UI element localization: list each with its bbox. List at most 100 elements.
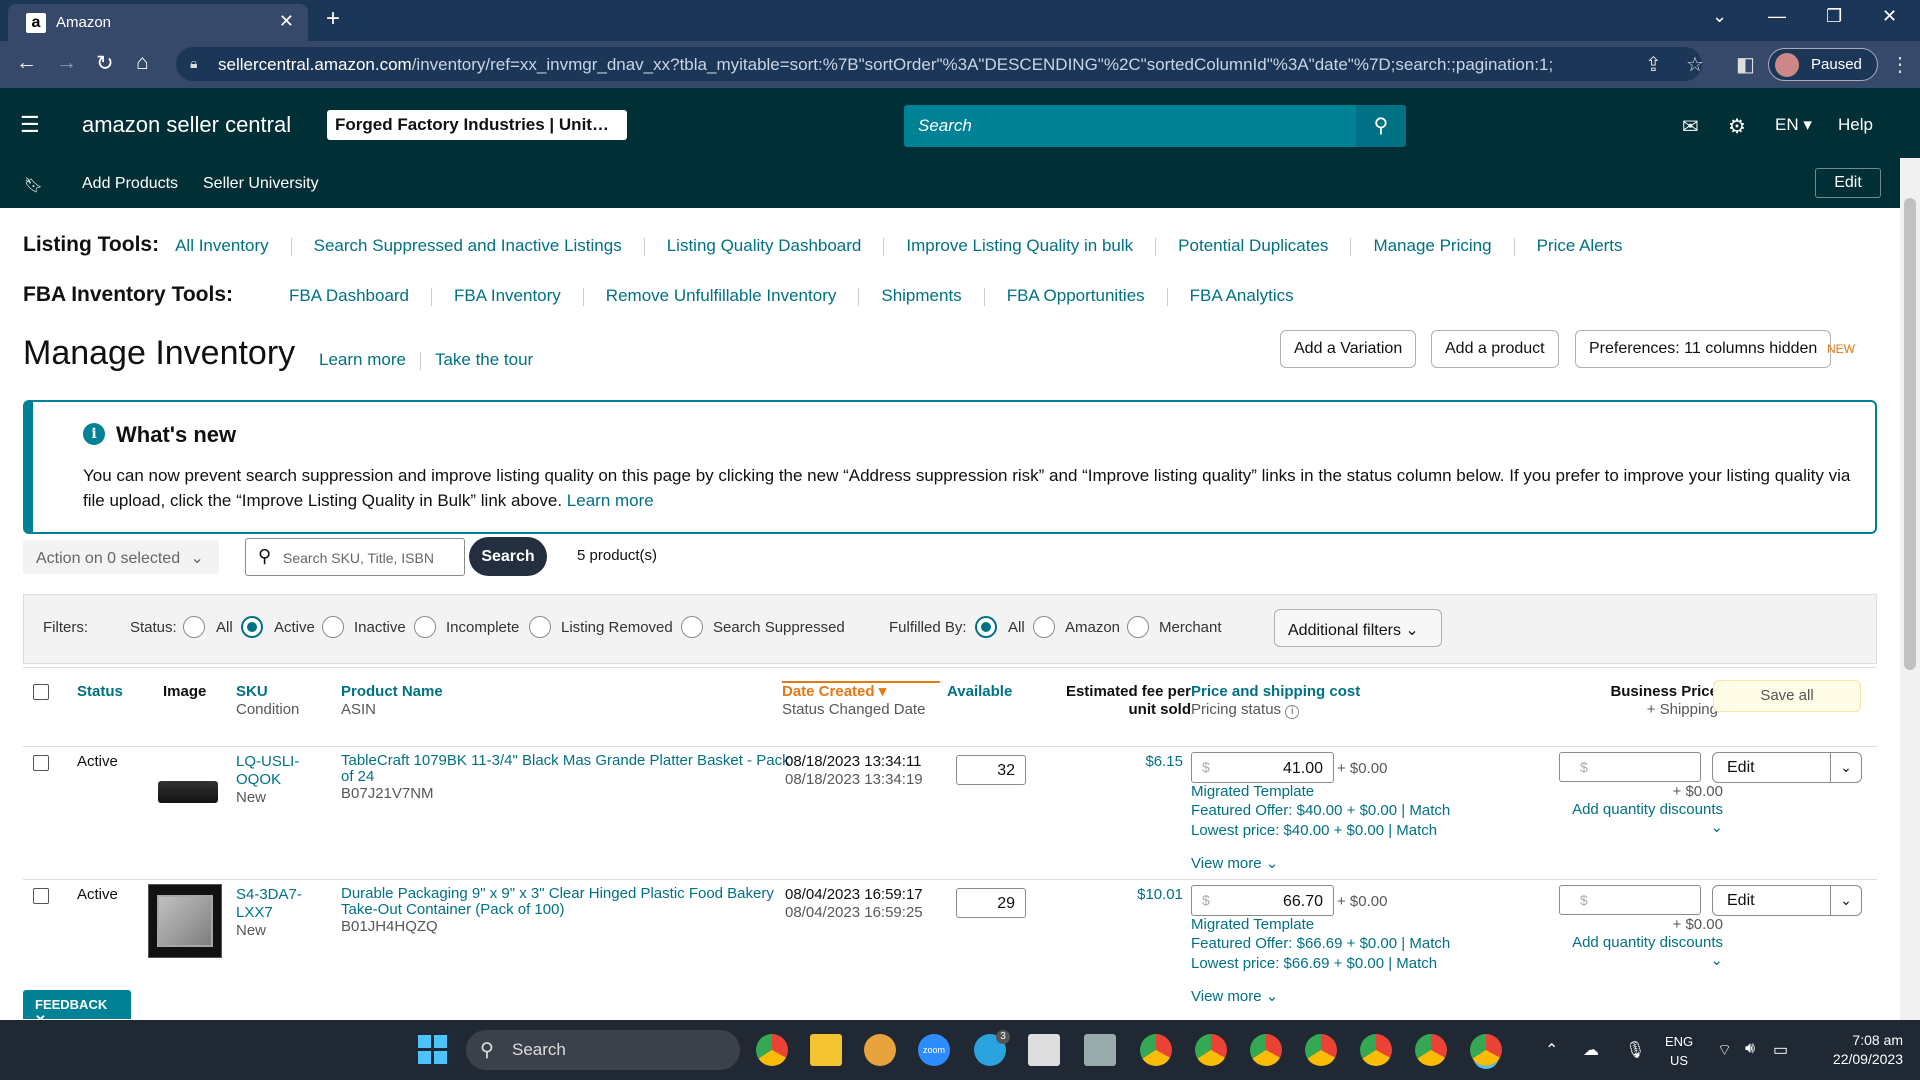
calculator-icon[interactable] (1084, 1034, 1116, 1066)
file-explorer-icon[interactable] (810, 1034, 842, 1066)
header-search[interactable]: Search ⚲ (904, 105, 1406, 147)
row-fee[interactable]: $10.01 (1063, 886, 1183, 904)
date-created-column-header[interactable]: Date Created ▾ Status Changed Date (782, 681, 940, 719)
forward-icon[interactable]: → (56, 51, 77, 75)
share-icon[interactable]: ⇪ (1645, 52, 1662, 77)
pricing-template-link[interactable]: Migrated Template (1191, 916, 1314, 934)
match-featured-link[interactable]: Match (1409, 935, 1450, 952)
gear-icon[interactable]: ⚙ (1728, 114, 1746, 139)
chrome-profile-icon[interactable] (1415, 1034, 1447, 1066)
match-featured-link[interactable]: Match (1409, 802, 1450, 819)
select-all-checkbox[interactable] (33, 684, 49, 700)
row-checkbox[interactable] (33, 888, 49, 904)
price-alerts-link[interactable]: Price Alerts (1537, 236, 1623, 255)
taskbar-clock[interactable]: 7:08 am 22/09/2023 (1819, 1031, 1903, 1069)
fba-analytics-link[interactable]: FBA Analytics (1190, 286, 1294, 305)
edit-button[interactable]: Edit ⌄ (1712, 752, 1862, 783)
chrome-icon[interactable] (756, 1034, 788, 1066)
take-tour-link[interactable]: Take the tour (435, 350, 533, 369)
battery-icon[interactable]: ▭ (1773, 1040, 1788, 1060)
status-all-radio[interactable] (183, 616, 205, 638)
fba-inventory-link[interactable]: FBA Inventory (454, 286, 561, 305)
learn-more-link[interactable]: Learn more (319, 350, 406, 369)
cloud-icon[interactable]: ☁ (1583, 1040, 1599, 1060)
business-price-input[interactable]: $ (1559, 885, 1701, 915)
tab-search-icon[interactable]: ⌄ (1712, 6, 1727, 27)
status-inactive-radio[interactable] (322, 616, 344, 638)
chevron-down-icon[interactable]: ⌄ (1830, 753, 1861, 782)
preferences-button[interactable]: Preferences: 11 columns hidden (1575, 330, 1832, 368)
price-column-header[interactable]: Price and shipping cost Pricing status i (1191, 683, 1360, 719)
pricing-template-link[interactable]: Migrated Template (1191, 783, 1314, 801)
status-active-radio[interactable] (241, 616, 263, 638)
price-input[interactable]: $41.00 (1191, 752, 1334, 783)
available-column-header[interactable]: Available (947, 683, 1012, 701)
status-removed-radio[interactable] (529, 616, 551, 638)
view-more-link[interactable]: View more ⌄ (1191, 855, 1278, 873)
price-input[interactable]: $66.70 (1191, 885, 1334, 916)
close-window-icon[interactable]: ✕ (1882, 6, 1897, 27)
fulfilled-all-radio[interactable] (975, 616, 997, 638)
hamburger-menu-icon[interactable]: ☰ (20, 112, 40, 138)
mail-icon[interactable]: ✉ (1682, 114, 1699, 139)
match-lowest-link[interactable]: Match (1396, 822, 1437, 839)
suppressed-listings-link[interactable]: Search Suppressed and Inactive Listings (314, 236, 622, 255)
chevron-down-icon[interactable]: ⌄ (1830, 886, 1861, 915)
chrome-profile-icon[interactable] (1305, 1034, 1337, 1066)
help-link[interactable]: Help (1838, 115, 1873, 135)
view-more-link[interactable]: View more ⌄ (1191, 988, 1278, 1006)
microphone-icon[interactable]: 🎙︎ (1625, 1040, 1645, 1060)
row-product-name[interactable]: TableCraft 1079BK 11-3/4" Black Mas Gran… (341, 753, 796, 785)
status-suppressed-radio[interactable] (681, 616, 703, 638)
chrome-profile-icon[interactable] (1195, 1034, 1227, 1066)
seller-university-link[interactable]: Seller University (203, 175, 319, 193)
status-column-header[interactable]: Status (77, 683, 123, 701)
store-selector[interactable]: Forged Factory Industries | Unit… (327, 110, 627, 140)
save-all-button[interactable]: Save all (1713, 680, 1861, 712)
add-quantity-discounts-link[interactable]: Add quantity discounts (1543, 934, 1723, 952)
row-product-name[interactable]: Durable Packaging 9" x 9" x 3" Clear Hin… (341, 886, 796, 918)
shipments-link[interactable]: Shipments (881, 286, 961, 305)
row-checkbox[interactable] (33, 755, 49, 771)
address-bar[interactable]: 🔒︎ sellercentral.amazon.com/inventory/re… (176, 47, 1702, 81)
page-scrollbar[interactable] (1900, 158, 1920, 1020)
sku-column-header[interactable]: SKU Condition (236, 683, 299, 719)
available-quantity-input[interactable]: 32 (956, 755, 1026, 785)
fba-dashboard-link[interactable]: FBA Dashboard (289, 286, 409, 305)
improve-quality-bulk-link[interactable]: Improve Listing Quality in bulk (906, 236, 1133, 255)
close-tab-icon[interactable]: ✕ (279, 11, 294, 32)
windows-start-icon[interactable] (418, 1035, 448, 1065)
add-products-link[interactable]: Add Products (82, 175, 178, 193)
whats-new-learn-more-link[interactable]: Learn more (567, 491, 654, 510)
manage-pricing-link[interactable]: Manage Pricing (1373, 236, 1491, 255)
side-panel-icon[interactable]: ◧ (1736, 52, 1755, 77)
snipping-tool-icon[interactable] (1028, 1034, 1060, 1066)
restore-icon[interactable]: ❐ (1826, 6, 1842, 27)
telegram-icon[interactable]: 3 (974, 1030, 1010, 1066)
chrome-profile-icon[interactable] (1140, 1034, 1172, 1066)
chevron-down-icon[interactable]: ⌄ (1688, 819, 1723, 837)
fulfilled-amazon-radio[interactable] (1033, 616, 1055, 638)
scrollbar-thumb[interactable] (1904, 198, 1916, 670)
zoom-icon[interactable]: zoom (918, 1034, 950, 1066)
chrome-active-icon[interactable] (1470, 1034, 1502, 1066)
add-product-button[interactable]: Add a product (1431, 330, 1559, 368)
business-price-input[interactable]: $ (1559, 752, 1701, 782)
feedback-button[interactable]: FEEDBACK ✕ (23, 990, 131, 1027)
sku-search-input[interactable]: ⚲ Search SKU, Title, ISBN (245, 538, 465, 576)
app-icon[interactable] (864, 1034, 896, 1066)
search-button[interactable]: Search (469, 537, 547, 576)
status-incomplete-radio[interactable] (414, 616, 436, 638)
volume-icon[interactable]: 🔊︎ (1745, 1040, 1755, 1058)
product-image[interactable] (148, 884, 222, 958)
add-variation-button[interactable]: Add a Variation (1280, 330, 1417, 368)
fulfilled-merchant-radio[interactable] (1127, 616, 1149, 638)
edit-button[interactable]: Edit ⌄ (1712, 885, 1862, 916)
wifi-icon[interactable]: ⌔ (1717, 1040, 1732, 1060)
product-name-column-header[interactable]: Product Name ASIN (341, 683, 443, 719)
remove-unfulfillable-link[interactable]: Remove Unfulfillable Inventory (606, 286, 837, 305)
language-indicator[interactable]: ENG US (1665, 1032, 1693, 1070)
all-inventory-link[interactable]: All Inventory (175, 236, 269, 255)
bulk-action-select[interactable]: Action on 0 selected ⌄ (23, 540, 219, 574)
product-image[interactable] (158, 781, 218, 803)
